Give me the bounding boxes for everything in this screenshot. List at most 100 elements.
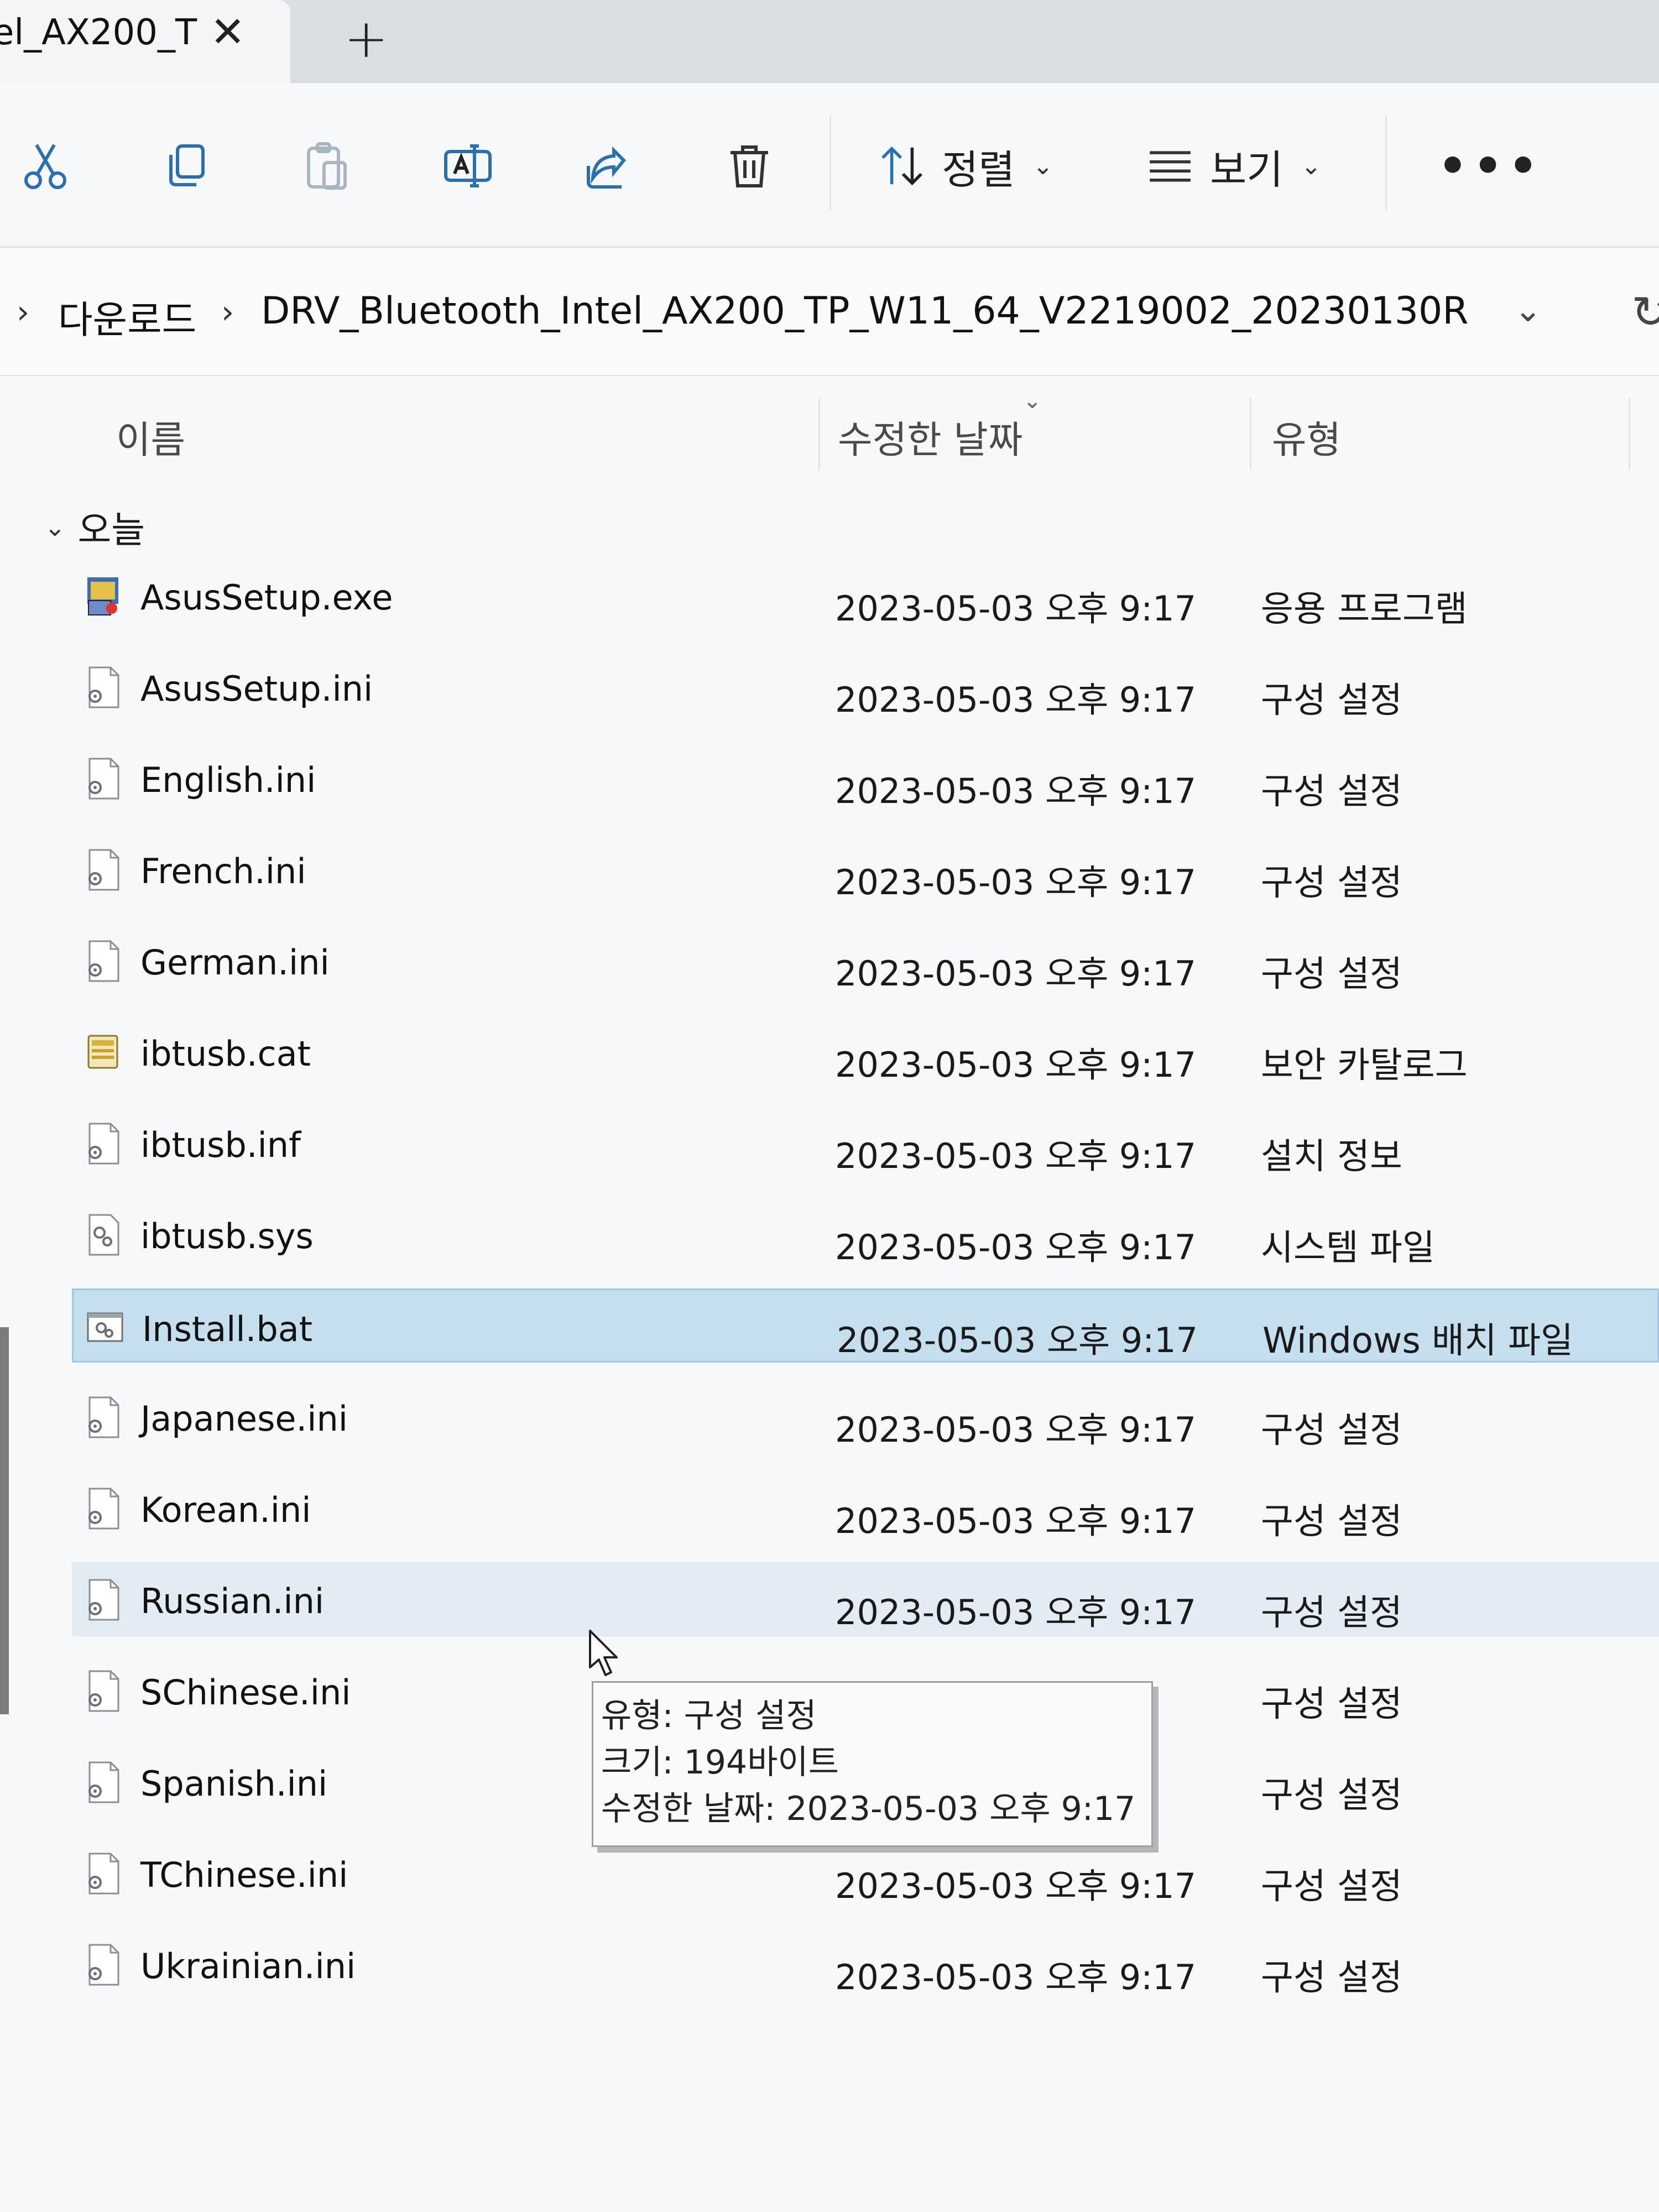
file-name[interactable]: English.ini [140, 760, 316, 800]
file-tooltip: 유형: 구성 설정 크기: 194바이트 수정한 날짜: 2023-05-03 … [592, 1681, 1153, 1847]
file-row[interactable]: AsusSetup.ini 2023-05-03 오후 9:17 구성 설정 [72, 650, 1659, 724]
tooltip-date: 수정한 날짜: 2023-05-03 오후 9:17 [601, 1790, 1136, 1828]
file-row[interactable]: Russian.ini 2023-05-03 오후 9:17 구성 설정 [72, 1562, 1659, 1636]
file-date: 2023-05-03 오후 9:17 [835, 1136, 1197, 1176]
address-history-chevron-icon[interactable]: ⌄ [1514, 291, 1542, 330]
file-row[interactable]: ibtusb.sys 2023-05-03 오후 9:17 시스템 파일 [72, 1197, 1659, 1271]
view-button[interactable]: 보기 ⌄ [1145, 133, 1321, 199]
file-date: 2023-05-03 오후 9:17 [835, 1501, 1197, 1541]
refresh-icon[interactable]: ↻ [1631, 286, 1659, 338]
file-date: 2023-05-03 오후 9:17 [835, 1410, 1197, 1450]
copy-button[interactable] [152, 133, 218, 199]
file-row[interactable]: English.ini 2023-05-03 오후 9:17 구성 설정 [72, 741, 1659, 815]
file-type: 구성 설정 [1261, 1866, 1402, 1907]
chevron-down-icon: ⌄ [1301, 152, 1322, 180]
rename-button[interactable] [435, 133, 501, 199]
file-name[interactable]: Russian.ini [140, 1581, 324, 1621]
chevron-down-icon: ⌄ [44, 512, 66, 542]
mouse-cursor-icon [589, 1630, 618, 1676]
column-divider[interactable] [818, 398, 820, 470]
file-type: 구성 설정 [1261, 1501, 1402, 1542]
tab-active[interactable]: el_AX200_T ✕ [0, 0, 290, 83]
breadcrumb-current-folder[interactable]: DRV_Bluetooth_Intel_AX200_TP_W11_64_V221… [261, 289, 1469, 333]
column-header-date[interactable]: 수정한 날짜 [838, 409, 1022, 464]
sort-icon [881, 146, 922, 186]
file-type: 구성 설정 [1261, 1775, 1402, 1816]
file-row[interactable]: AsusSetup.exe 2023-05-03 오후 9:17 응용 프로그램 [72, 559, 1659, 633]
paste-button[interactable] [293, 133, 359, 199]
file-type: 설치 정보 [1261, 1136, 1402, 1177]
file-type: Windows 배치 파일 [1262, 1321, 1573, 1361]
file-type: 구성 설정 [1261, 954, 1402, 995]
file-type: 응용 프로그램 [1261, 589, 1468, 630]
file-name[interactable]: SChinese.ini [140, 1672, 351, 1713]
column-header-type[interactable]: 유형 [1272, 409, 1341, 464]
file-name[interactable]: French.ini [140, 851, 306, 891]
file-name[interactable]: TChinese.ini [140, 1855, 348, 1895]
new-tab-icon[interactable]: + [344, 12, 388, 65]
file-name[interactable]: Install.bat [142, 1309, 312, 1349]
ini-settings-icon [84, 1760, 123, 1804]
file-date: 2023-05-03 오후 9:17 [837, 1320, 1198, 1360]
toolbar-separator [830, 116, 831, 210]
file-row[interactable]: Japanese.ini 2023-05-03 오후 9:17 구성 설정 [72, 1380, 1659, 1454]
file-row[interactable]: German.ini 2023-05-03 오후 9:17 구성 설정 [72, 924, 1659, 998]
chevron-down-icon: ⌄ [1032, 152, 1053, 180]
share-button[interactable] [575, 133, 641, 199]
file-row[interactable]: ibtusb.inf 2023-05-03 오후 9:17 설치 정보 [72, 1106, 1659, 1180]
delete-button[interactable] [716, 133, 782, 199]
breadcrumb-chevron-icon[interactable]: › [17, 293, 29, 331]
view-label: 보기 [1210, 146, 1284, 193]
file-name[interactable]: ibtusb.inf [140, 1125, 301, 1165]
paste-icon [307, 142, 347, 190]
file-name[interactable]: Spanish.ini [140, 1764, 327, 1804]
sort-button[interactable]: 정렬 ⌄ [877, 133, 1053, 199]
breadcrumb-downloads[interactable]: 다운로드 [58, 289, 196, 344]
breadcrumb-chevron-icon[interactable]: › [221, 293, 234, 331]
ini-settings-icon [84, 1395, 123, 1439]
ini-settings-icon [84, 1943, 123, 1987]
file-row[interactable]: Ukrainian.ini 2023-05-03 오후 9:17 구성 설정 [72, 1927, 1659, 2001]
file-row[interactable]: TChinese.ini 2023-05-03 오후 9:17 구성 설정 [72, 1836, 1659, 1910]
share-icon [587, 146, 627, 189]
file-name[interactable]: German.ini [140, 942, 330, 983]
column-divider[interactable] [1250, 398, 1251, 470]
file-name[interactable]: Korean.ini [140, 1490, 311, 1530]
ini-settings-icon [84, 848, 123, 892]
ini-settings-icon [84, 1486, 123, 1531]
ini-settings-icon [84, 665, 123, 709]
group-header-today[interactable]: ⌄ 오늘 [44, 500, 145, 554]
column-divider[interactable] [1629, 398, 1630, 470]
address-bar[interactable]: › 다운로드 › DRV_Bluetooth_Intel_AX200_TP_W1… [0, 248, 1659, 377]
delete-icon [731, 145, 768, 187]
ini-settings-icon [84, 757, 123, 801]
column-headers: 이름 ⌄ 수정한 날짜 유형 [0, 376, 1659, 481]
tab-close-icon[interactable]: ✕ [210, 11, 246, 53]
file-row[interactable]: Korean.ini 2023-05-03 오후 9:17 구성 설정 [72, 1471, 1659, 1545]
file-date: 2023-05-03 오후 9:17 [835, 1592, 1197, 1632]
sort-label: 정렬 [942, 146, 1015, 193]
command-bar: 정렬 ⌄ 보기 ⌄ ••• [0, 83, 1659, 248]
file-row[interactable]: Install.bat 2023-05-03 오후 9:17 Windows 배치 … [72, 1288, 1659, 1363]
tab-title: el_AX200_T [0, 12, 197, 53]
column-header-name[interactable]: 이름 [116, 409, 185, 464]
file-row[interactable]: ibtusb.cat 2023-05-03 오후 9:17 보안 카탈로그 [72, 1015, 1659, 1089]
more-options-icon[interactable]: ••• [1438, 143, 1543, 189]
file-date: 2023-05-03 오후 9:17 [835, 1866, 1197, 1906]
file-name[interactable]: AsusSetup.ini [140, 669, 373, 709]
file-type: 구성 설정 [1261, 1684, 1402, 1725]
ini-settings-icon [84, 1851, 123, 1896]
file-name[interactable]: ibtusb.cat [140, 1034, 311, 1074]
file-name[interactable]: AsusSetup.exe [140, 577, 393, 618]
cut-button[interactable] [12, 133, 79, 199]
rename-icon [444, 144, 492, 187]
system-file-icon [84, 1213, 123, 1257]
file-type: 시스템 파일 [1261, 1228, 1435, 1269]
file-date: 2023-05-03 오후 9:17 [835, 1227, 1197, 1267]
window-edge [0, 1327, 9, 1714]
file-name[interactable]: Japanese.ini [140, 1399, 348, 1439]
file-name[interactable]: ibtusb.sys [140, 1216, 314, 1256]
tab-strip: el_AX200_T ✕ + [0, 0, 1659, 83]
file-name[interactable]: Ukrainian.ini [140, 1946, 356, 1986]
file-row[interactable]: French.ini 2023-05-03 오후 9:17 구성 설정 [72, 832, 1659, 906]
